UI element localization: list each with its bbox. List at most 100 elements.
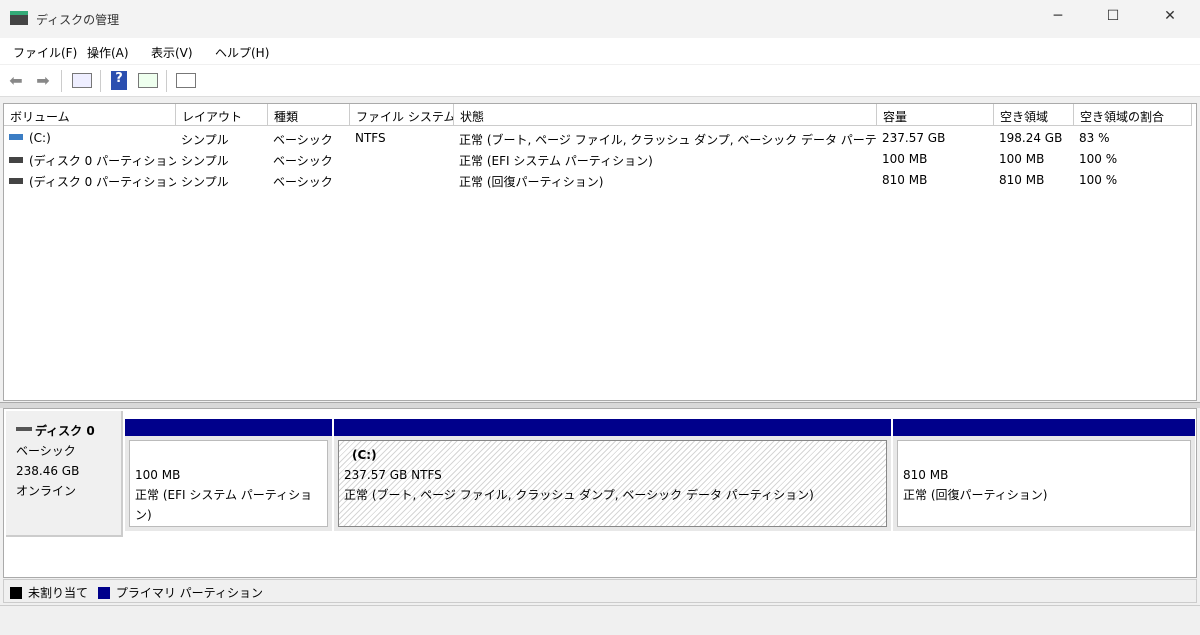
partition-size: 810 MB xyxy=(903,468,949,482)
maximize-button[interactable]: ☐ xyxy=(1101,8,1125,30)
table-cell: 83 % xyxy=(1079,131,1110,145)
menu-file[interactable]: ファイル(F) xyxy=(13,44,77,61)
window-title: ディスクの管理 xyxy=(36,13,120,27)
table-cell: 100 % xyxy=(1079,173,1118,187)
table-cell: 100 MB xyxy=(999,152,1045,166)
table-cell-wrapper: 83 % xyxy=(1074,128,1192,149)
menu-view[interactable]: 表示(V) xyxy=(151,44,193,61)
column-header-layout[interactable]: レイアウト xyxy=(176,104,268,126)
partition-info: 100 MB 正常 (EFI システム パーティション) xyxy=(129,440,328,527)
properties-icon[interactable] xyxy=(176,73,196,88)
column-header-free-percent[interactable]: 空き領域の割合 xyxy=(1074,104,1192,126)
partition-efi[interactable]: 100 MB 正常 (EFI システム パーティション) xyxy=(125,419,332,531)
table-cell-wrapper: ベーシック xyxy=(268,149,350,170)
partition-status: 正常 (回復パーティション) xyxy=(903,488,1048,502)
table-cell: 正常 (回復パーティション) xyxy=(459,175,604,189)
forward-icon[interactable]: ➡ xyxy=(33,71,53,91)
table-row[interactable]: (ディスク 0 パーティション 4) シンプル ベーシック 正常 (回復パーティション… xyxy=(4,170,1194,191)
partition-status: 正常 (EFI システム パーティション) xyxy=(135,488,313,522)
partition-info: 810 MB 正常 (回復パーティション) xyxy=(897,440,1191,527)
legend-primary-partition: プライマリ パーティション xyxy=(115,586,263,600)
table-cell-wrapper: 正常 (ブート, ページ ファイル, クラッシュ ダンプ, ベーシック データ … xyxy=(454,128,877,149)
table-cell: (ディスク 0 パーティション 4) xyxy=(29,175,176,189)
volume-icon xyxy=(9,178,23,184)
legend: 未割り当て プライマリ パーティション xyxy=(3,579,1197,603)
disk-size: 238.46 GB xyxy=(16,464,80,478)
minimize-button[interactable]: ─ xyxy=(1046,8,1070,30)
table-cell-wrapper: 810 MB xyxy=(877,170,994,191)
column-header-type[interactable]: 種類 xyxy=(268,104,350,126)
table-cell-wrapper: 100 MB xyxy=(994,149,1074,170)
table-cell-wrapper: 100 % xyxy=(1074,170,1192,191)
table-cell: (C:) xyxy=(29,131,51,145)
help-icon[interactable]: ? xyxy=(111,71,127,90)
table-cell: (ディスク 0 パーティション 1) xyxy=(29,154,176,168)
close-button[interactable]: ✕ xyxy=(1158,8,1182,30)
table-cell-wrapper: 237.57 GB xyxy=(877,128,994,149)
status-bar xyxy=(0,605,1200,635)
table-row[interactable]: (C:) シンプル ベーシック NTFS 正常 (ブート, ページ ファイル, クラッシ… xyxy=(4,128,1194,149)
disk-management-icon xyxy=(10,11,28,25)
toolbar: ⬅ ➡ ? xyxy=(0,65,1200,97)
table-cell-wrapper: 100 MB xyxy=(877,149,994,170)
table-cell: 198.24 GB xyxy=(999,131,1063,145)
table-cell: ベーシック xyxy=(273,133,333,147)
back-icon[interactable]: ⬅ xyxy=(6,71,26,91)
table-cell-wrapper: 100 % xyxy=(1074,149,1192,170)
column-header-volume[interactable]: ボリューム xyxy=(4,104,176,126)
volume-list: ボリューム レイアウト 種類 ファイル システム 状態 容量 空き領域 空き領域… xyxy=(3,103,1197,401)
title-bar: ディスクの管理 ─ ☐ ✕ xyxy=(0,0,1200,38)
primary-partition-bar xyxy=(334,419,891,436)
table-cell-wrapper: ベーシック xyxy=(268,128,350,149)
table-cell-wrapper: シンプル xyxy=(176,149,268,170)
menu-help[interactable]: ヘルプ(H) xyxy=(215,44,269,61)
table-cell: 810 MB xyxy=(999,173,1045,187)
volume-icon xyxy=(9,134,23,140)
table-cell: 正常 (EFI システム パーティション) xyxy=(459,154,653,168)
volume-icon xyxy=(9,157,23,163)
toolbar-separator xyxy=(166,70,167,92)
table-row[interactable]: (ディスク 0 パーティション 1) シンプル ベーシック 正常 (EFI システム … xyxy=(4,149,1194,170)
menu-bar: ファイル(F) 操作(A) 表示(V) ヘルプ(H) xyxy=(0,38,1200,64)
table-cell: シンプル xyxy=(181,154,229,168)
table-cell-wrapper: (C:) xyxy=(4,128,176,149)
column-header-capacity[interactable]: 容量 xyxy=(877,104,994,126)
table-cell-wrapper: シンプル xyxy=(176,128,268,149)
partition-status: 正常 (ブート, ページ ファイル, クラッシュ ダンプ, ベーシック データ … xyxy=(344,488,814,502)
unallocated-swatch xyxy=(10,587,22,599)
partition-label: (C:) xyxy=(352,448,377,462)
table-cell-wrapper: 正常 (回復パーティション) xyxy=(454,170,877,191)
table-cell-wrapper: NTFS xyxy=(350,128,454,149)
primary-partition-bar xyxy=(125,419,332,436)
partition-c[interactable]: (C:) 237.57 GB NTFS 正常 (ブート, ページ ファイル, ク… xyxy=(334,419,891,531)
show-hide-console-tree-icon[interactable] xyxy=(72,73,92,88)
column-header-free-space[interactable]: 空き領域 xyxy=(994,104,1074,126)
disk-icon xyxy=(16,427,32,431)
partition-recovery[interactable]: 810 MB 正常 (回復パーティション) xyxy=(893,419,1195,531)
primary-partition-bar xyxy=(893,419,1195,436)
disk-status: オンライン xyxy=(16,484,77,498)
toolbar-separator xyxy=(61,70,62,92)
show-hide-action-pane-icon[interactable] xyxy=(138,73,158,88)
disk-graphical-view: ディスク 0 ベーシック 238.46 GB オンライン 100 MB 正常 (… xyxy=(3,408,1197,578)
table-cell: ベーシック xyxy=(273,175,333,189)
table-cell: 正常 (ブート, ページ ファイル, クラッシュ ダンプ, ベーシック データ … xyxy=(459,133,877,147)
table-cell-wrapper: シンプル xyxy=(176,170,268,191)
table-cell-wrapper xyxy=(350,149,454,170)
column-header-status[interactable]: 状態 xyxy=(454,104,877,126)
table-cell: 810 MB xyxy=(882,173,928,187)
disk-name: ディスク 0 xyxy=(35,424,95,438)
table-cell: ベーシック xyxy=(273,154,333,168)
table-cell-wrapper: (ディスク 0 パーティション 4) xyxy=(4,170,176,191)
disk-type: ベーシック xyxy=(16,444,76,458)
table-cell-wrapper xyxy=(350,170,454,191)
menu-action[interactable]: 操作(A) xyxy=(87,44,129,61)
partition-info: (C:) 237.57 GB NTFS 正常 (ブート, ページ ファイル, ク… xyxy=(338,440,887,527)
table-cell-wrapper: 正常 (EFI システム パーティション) xyxy=(454,149,877,170)
table-cell: シンプル xyxy=(181,133,229,147)
column-header-filesystem[interactable]: ファイル システム xyxy=(350,104,454,126)
toolbar-separator xyxy=(100,70,101,92)
table-cell-wrapper: 810 MB xyxy=(994,170,1074,191)
table-cell: 100 % xyxy=(1079,152,1118,166)
disk-0-label[interactable]: ディスク 0 ベーシック 238.46 GB オンライン xyxy=(6,411,123,537)
